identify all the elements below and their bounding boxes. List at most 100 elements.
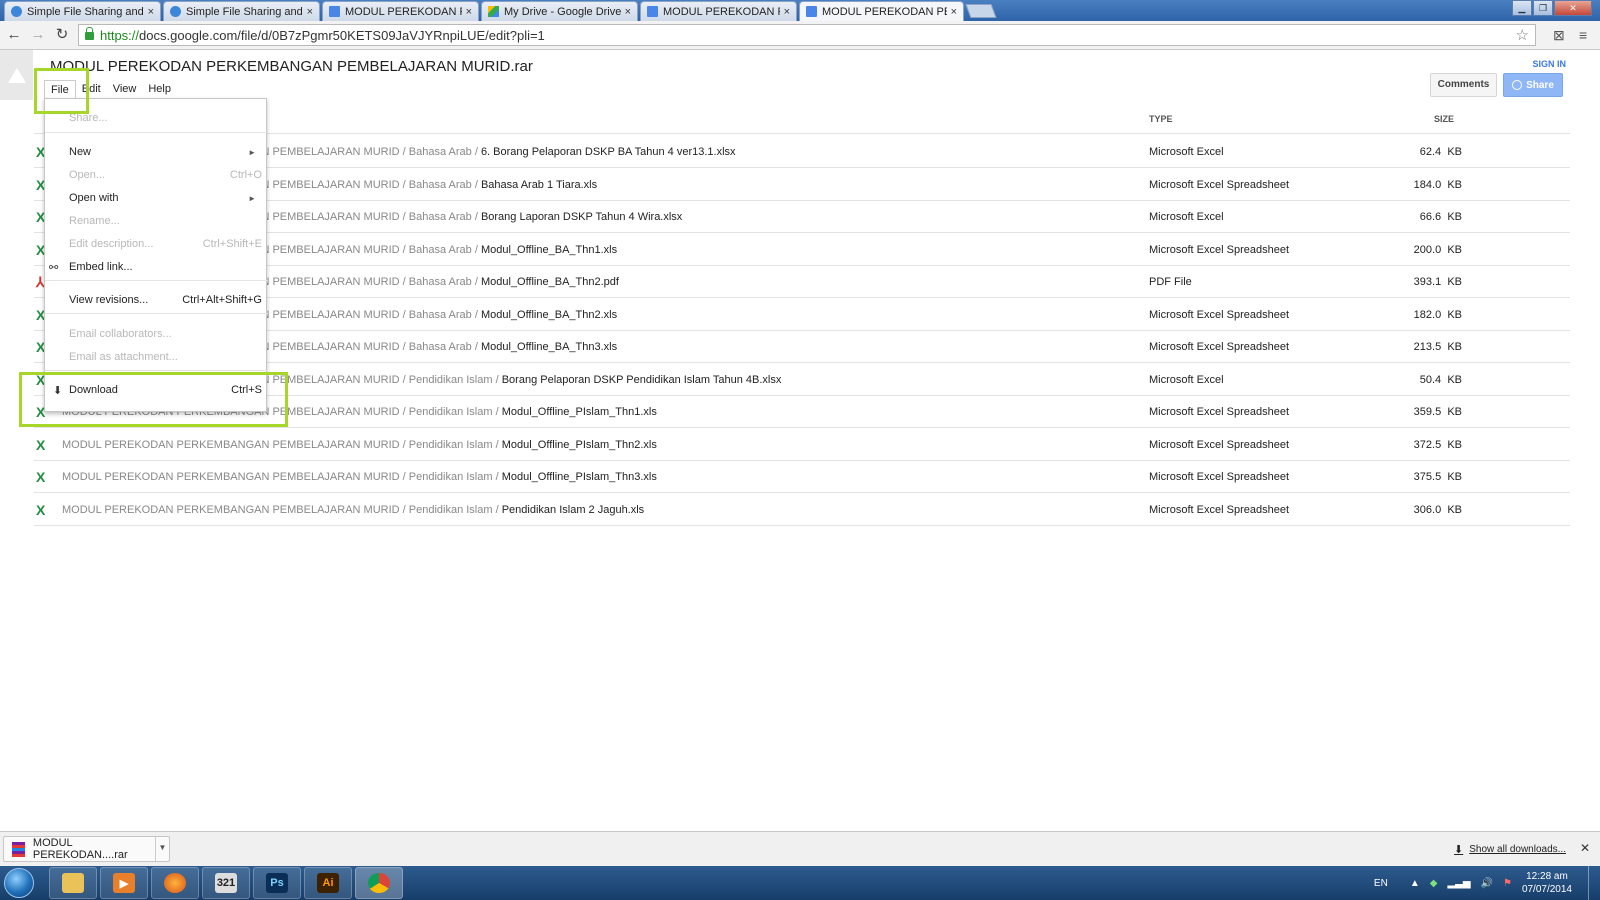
file-name: Modul_Offline_PIslam_Thn1.xls [501, 406, 657, 418]
tab-close-icon[interactable]: × [625, 6, 631, 18]
tab-title: MODUL PEREKODAN PER [822, 5, 947, 18]
restore-icon[interactable]: ❐ [1533, 0, 1553, 16]
file-folder-path: MODUL PEREKODAN PERKEMBANGAN PEMBELAJARA… [62, 471, 502, 483]
signal-icon[interactable]: ▂▃▅ [1447, 878, 1470, 889]
show-all-downloads-link[interactable]: ⬇ Show all downloads... [1454, 843, 1566, 856]
tab-close-icon[interactable]: × [307, 6, 313, 18]
file-size-value: 66.6 [1419, 211, 1442, 223]
back-arrow-icon[interactable]: ← [5, 26, 23, 44]
share-button[interactable]: Share [1503, 73, 1563, 97]
play-icon: ▶ [113, 873, 135, 893]
doc-icon [647, 6, 658, 17]
file-type: Microsoft Excel Spreadsheet [1149, 308, 1290, 321]
browser-tab-strip: Simple File Sharing and St × Simple File… [0, 0, 1600, 21]
file-type: Microsoft Excel [1149, 373, 1224, 386]
share-button-label: Share [1526, 79, 1554, 91]
menu-item-open-with[interactable]: Open with ► [45, 188, 268, 208]
windows-taskbar: ▶ 321 Ps Ai EN ▲ ◆ ▂▃▅ 🔊 ⚑ 12:28 am 07/0… [0, 866, 1600, 900]
menu-item-rename[interactable]: Rename... [45, 211, 268, 231]
tab-close-icon[interactable]: × [951, 6, 957, 18]
taskbar-firefox[interactable] [151, 867, 199, 899]
menu-item-open[interactable]: Open... Ctrl+O [45, 165, 268, 185]
download-item[interactable]: MODUL PEREKODAN....rar ▼ [3, 836, 170, 862]
extension-icon[interactable]: ⊠ [1553, 27, 1565, 44]
tab-simple-file-sharing-2[interactable]: Simple File Sharing and St × [163, 1, 320, 21]
file-row[interactable]: X MODUL PEREKODAN PERKEMBANGAN PEMBELAJAR… [34, 429, 1570, 461]
menu-help[interactable]: Help [142, 80, 177, 98]
tab-close-icon[interactable]: × [148, 6, 154, 18]
show-hidden-icons-icon[interactable]: ▲ [1410, 878, 1420, 889]
file-row[interactable]: X MODUL PEREKODAN PERKEMBANGAN PEMBELAJAR… [34, 494, 1570, 526]
menu-separator [45, 280, 268, 281]
folder-icon [62, 873, 84, 893]
minimize-icon[interactable]: ▁ [1512, 0, 1532, 16]
menu-item-new[interactable]: New ► [45, 142, 268, 162]
file-size-unit: KB [1447, 438, 1462, 451]
action-center-flag-icon[interactable]: ⚑ [1503, 878, 1512, 889]
chevron-down-icon[interactable]: ▼ [155, 837, 169, 861]
file-size: 200.0 KB [1374, 244, 1462, 256]
sign-in-link[interactable]: SIGN IN [1532, 59, 1566, 69]
new-tab-button[interactable] [965, 4, 997, 18]
clock-date: 07/07/2014 [1521, 884, 1572, 895]
file-size: 359.5 KB [1374, 406, 1462, 418]
file-type: Microsoft Excel Spreadsheet [1149, 438, 1290, 451]
bookmark-star-icon[interactable]: ☆ [1516, 26, 1529, 44]
menu-item-edit-description[interactable]: Edit description... Ctrl+Shift+E [45, 234, 268, 254]
start-button[interactable] [4, 868, 34, 898]
menu-item-email-collaborators[interactable]: Email collaborators... [45, 324, 268, 344]
language-indicator[interactable]: EN [1374, 878, 1388, 889]
menu-separator [45, 370, 268, 371]
taskbar-illustrator[interactable]: Ai [304, 867, 352, 899]
file-path[interactable]: MODUL PEREKODAN PERKEMBANGAN PEMBELAJARA… [62, 504, 644, 516]
menu-item-embed-link[interactable]: ⚯ Embed link... [45, 257, 268, 277]
file-path[interactable]: MODUL PEREKODAN PERKEMBANGAN PEMBELAJARA… [62, 439, 657, 451]
share-icon [170, 6, 181, 17]
file-name: Modul_Offline_BA_Thn2.xls [480, 308, 618, 321]
taskbar-media-player[interactable]: ▶ [100, 867, 148, 899]
window-controls: ▁ ❐ ✕ [1511, 0, 1592, 16]
network-app-icon[interactable]: ◆ [1430, 878, 1438, 889]
tab-modul-perekodan-1[interactable]: MODUL PEREKODAN PER × [322, 1, 479, 21]
comments-button[interactable]: Comments [1430, 73, 1497, 97]
chrome-menu-icon[interactable]: ≡ [1579, 27, 1587, 43]
close-downloads-icon[interactable]: ✕ [1580, 841, 1590, 855]
file-row[interactable]: X MODUL PEREKODAN PERKEMBANGAN PEMBELAJAR… [34, 461, 1570, 493]
drive-logo-icon[interactable] [0, 50, 33, 100]
taskbar-photoshop[interactable]: Ps [253, 867, 301, 899]
menu-item-email-attachment[interactable]: Email as attachment... [45, 347, 268, 367]
tab-simple-file-sharing-1[interactable]: Simple File Sharing and St × [4, 1, 161, 21]
reload-icon[interactable]: ↻ [53, 26, 71, 44]
tab-close-icon[interactable]: × [466, 6, 472, 18]
file-size: 372.5 KB [1374, 439, 1462, 451]
lock-icon [85, 27, 94, 40]
system-clock[interactable]: 12:28 am 07/07/2014 [1522, 870, 1572, 896]
taskbar-chrome[interactable] [355, 867, 403, 899]
tab-title: Simple File Sharing and St [186, 5, 303, 18]
file-size-unit: KB [1447, 471, 1462, 483]
forward-arrow-icon[interactable]: → [29, 26, 47, 44]
file-size-value: 372.5 [1413, 438, 1442, 451]
file-path[interactable]: MODUL PEREKODAN PERKEMBANGAN PEMBELAJARA… [62, 471, 657, 483]
taskbar-explorer[interactable] [49, 867, 97, 899]
address-bar[interactable]: https:// docs.google.com/file/d/0B7zPgmr… [78, 24, 1536, 46]
tab-title: My Drive - Google Drive [504, 5, 621, 18]
tab-modul-perekodan-active[interactable]: MODUL PEREKODAN PER × [799, 1, 964, 21]
show-desktop-button[interactable] [1588, 866, 1600, 900]
taskbar-video-editor[interactable]: 321 [202, 867, 250, 899]
close-window-icon[interactable]: ✕ [1554, 0, 1592, 16]
file-size: 393.1 KB [1374, 276, 1462, 288]
file-size-unit: KB [1447, 211, 1462, 223]
volume-icon[interactable]: 🔊 [1481, 878, 1493, 889]
rar-archive-icon [12, 841, 25, 857]
url-path: docs.google.com/file/d/0B7zPgmr50KETS09J… [139, 27, 545, 43]
chrome-icon [368, 873, 390, 893]
tab-modul-perekodan-2[interactable]: MODUL PEREKODAN PER × [640, 1, 797, 21]
file-name: Modul_Offline_BA_Thn2.pdf [480, 276, 619, 288]
menu-view[interactable]: View [107, 80, 143, 98]
menu-item-view-revisions[interactable]: View revisions... Ctrl+Alt+Shift+G [45, 290, 268, 310]
file-size-unit: KB [1447, 243, 1462, 256]
submenu-arrow-icon: ► [248, 147, 256, 157]
tab-my-drive[interactable]: My Drive - Google Drive × [481, 1, 638, 21]
tab-close-icon[interactable]: × [784, 6, 790, 18]
